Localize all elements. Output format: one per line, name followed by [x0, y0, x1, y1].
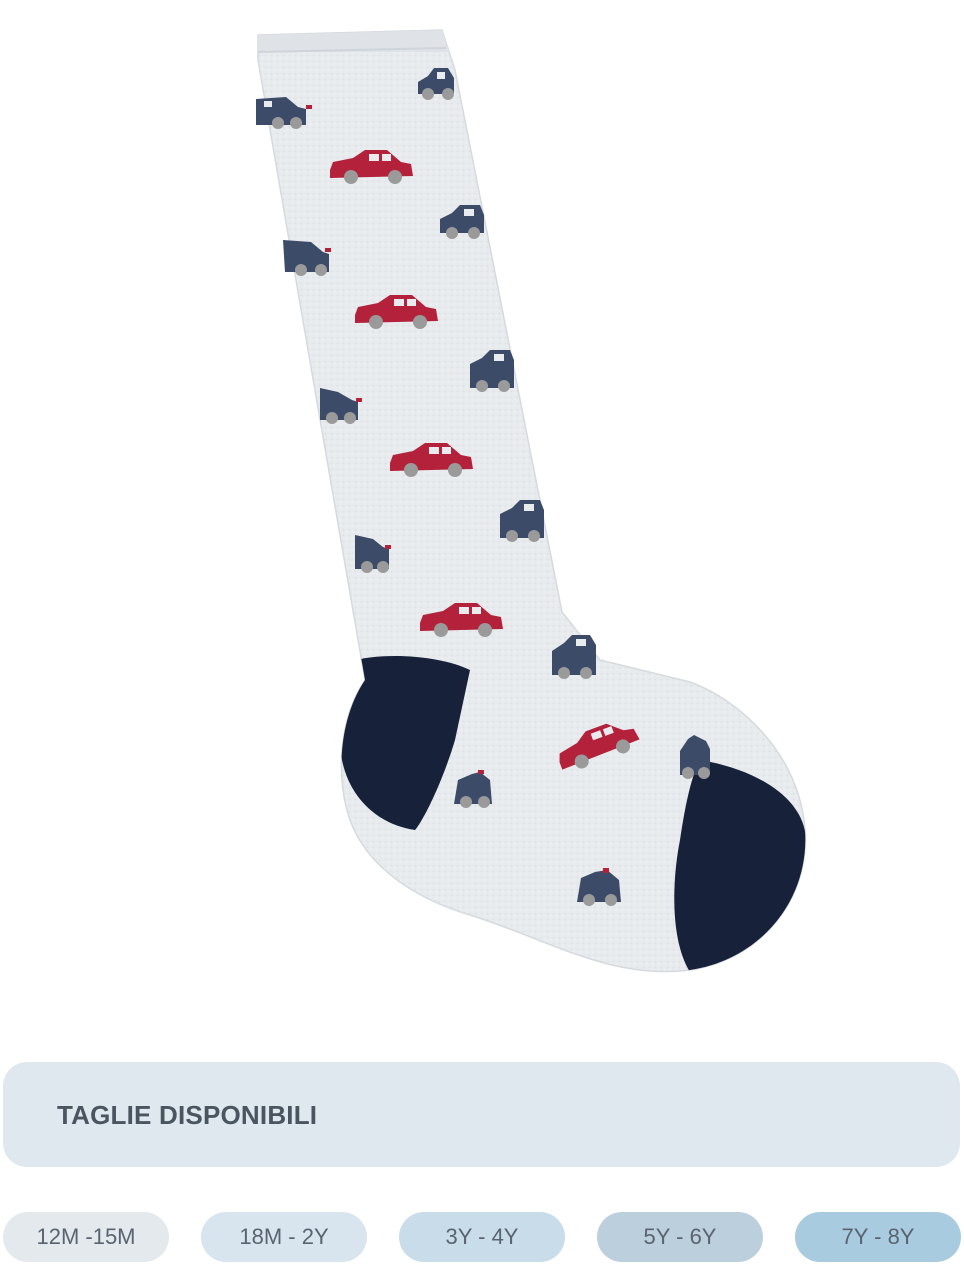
available-sizes-title: TAGLIE DISPONIBILI [57, 1100, 318, 1130]
product-sock-image [256, 29, 807, 973]
available-sizes-panel: TAGLIE DISPONIBILI [3, 1062, 960, 1167]
size-option-7y-8y[interactable]: 7Y - 8Y [795, 1212, 961, 1262]
size-option-12m-15m[interactable]: 12M -15M [3, 1212, 169, 1262]
size-option-3y-4y[interactable]: 3Y - 4Y [399, 1212, 565, 1262]
size-option-18m-2y[interactable]: 18M - 2Y [201, 1212, 367, 1262]
size-option-5y-6y[interactable]: 5Y - 6Y [597, 1212, 763, 1262]
